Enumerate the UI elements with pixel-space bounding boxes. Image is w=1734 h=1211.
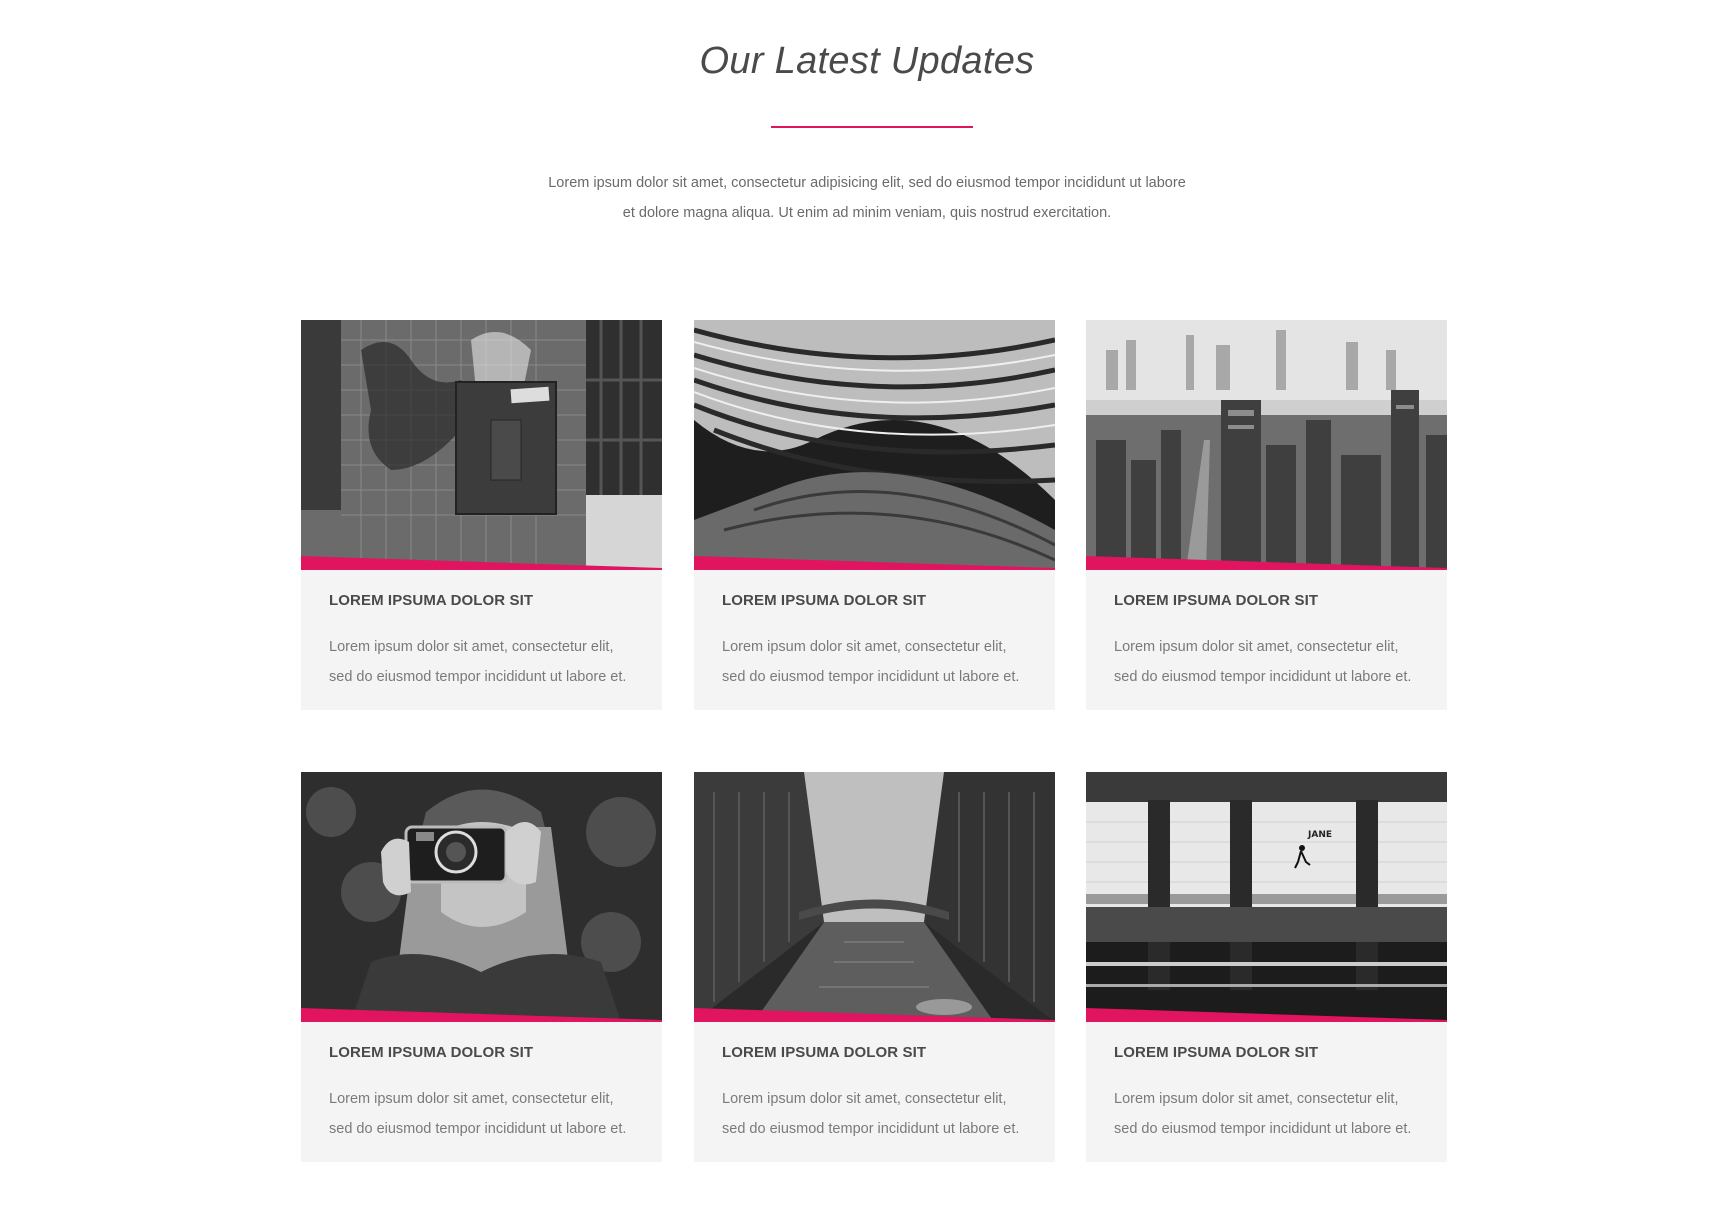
card-title[interactable]: LOREM IPSUMA DOLOR SIT xyxy=(329,592,533,609)
card-desc-line-1: Lorem ipsum dolor sit amet, consectetur … xyxy=(1114,639,1399,655)
latest-updates-section: Our Latest Updates Lorem ipsum dolor sit… xyxy=(0,0,1734,1211)
card-image[interactable] xyxy=(694,772,1055,1022)
update-card[interactable]: JANE LOREM IPSUMA DOLOR SIT Lorem ipsum … xyxy=(1086,772,1447,1162)
intro-line-1: Lorem ipsum dolor sit amet, consectetur … xyxy=(548,175,1186,191)
card-description: Lorem ipsum dolor sit amet, consectetur … xyxy=(329,632,649,692)
card-title[interactable]: LOREM IPSUMA DOLOR SIT xyxy=(1114,592,1318,609)
card-accent xyxy=(694,1008,1055,1022)
card-accent xyxy=(301,556,662,570)
woman-with-camera-photo xyxy=(301,772,662,1022)
card-accent xyxy=(1086,1008,1447,1022)
update-card[interactable]: LOREM IPSUMA DOLOR SIT Lorem ipsum dolor… xyxy=(694,772,1055,1162)
curved-architecture-photo xyxy=(694,320,1055,570)
card-image[interactable] xyxy=(694,320,1055,570)
card-desc-line-2: sed do eiusmod tempor incididunt ut labo… xyxy=(329,1121,627,1137)
foggy-city-skyline-photo xyxy=(1086,320,1447,570)
card-desc-line-1: Lorem ipsum dolor sit amet, consectetur … xyxy=(722,639,1007,655)
card-description: Lorem ipsum dolor sit amet, consectetur … xyxy=(722,632,1042,692)
card-desc-line-1: Lorem ipsum dolor sit amet, consectetur … xyxy=(1114,1091,1399,1107)
section-title: Our Latest Updates xyxy=(699,40,1035,82)
update-card[interactable]: LOREM IPSUMA DOLOR SIT Lorem ipsum dolor… xyxy=(301,772,662,1162)
card-desc-line-2: sed do eiusmod tempor incididunt ut labo… xyxy=(1114,1121,1412,1137)
section-intro: Lorem ipsum dolor sit amet, consectetur … xyxy=(517,168,1217,228)
card-title[interactable]: LOREM IPSUMA DOLOR SIT xyxy=(329,1044,533,1061)
card-desc-line-2: sed do eiusmod tempor incididunt ut labo… xyxy=(1114,669,1412,685)
card-description: Lorem ipsum dolor sit amet, consectetur … xyxy=(1114,632,1434,692)
canal-bridge-photo xyxy=(694,772,1055,1022)
alarm-box-graffiti-photo xyxy=(301,320,662,570)
card-description: Lorem ipsum dolor sit amet, consectetur … xyxy=(722,1084,1042,1144)
update-card[interactable]: LOREM IPSUMA DOLOR SIT Lorem ipsum dolor… xyxy=(301,320,662,710)
card-accent xyxy=(301,1008,662,1022)
card-desc-line-1: Lorem ipsum dolor sit amet, consectetur … xyxy=(722,1091,1007,1107)
card-title[interactable]: LOREM IPSUMA DOLOR SIT xyxy=(722,1044,926,1061)
card-desc-line-1: Lorem ipsum dolor sit amet, consectetur … xyxy=(329,639,614,655)
card-description: Lorem ipsum dolor sit amet, consectetur … xyxy=(1114,1084,1434,1144)
title-divider xyxy=(771,126,973,128)
card-image[interactable] xyxy=(301,320,662,570)
card-image[interactable] xyxy=(301,772,662,1022)
card-desc-line-1: Lorem ipsum dolor sit amet, consectetur … xyxy=(329,1091,614,1107)
update-card[interactable]: LOREM IPSUMA DOLOR SIT Lorem ipsum dolor… xyxy=(1086,320,1447,710)
subway-station-photo: JANE xyxy=(1086,772,1447,1022)
card-title[interactable]: LOREM IPSUMA DOLOR SIT xyxy=(722,592,926,609)
card-desc-line-2: sed do eiusmod tempor incididunt ut labo… xyxy=(722,1121,1020,1137)
card-title[interactable]: LOREM IPSUMA DOLOR SIT xyxy=(1114,1044,1318,1061)
card-accent xyxy=(694,556,1055,570)
update-card[interactable]: LOREM IPSUMA DOLOR SIT Lorem ipsum dolor… xyxy=(694,320,1055,710)
card-accent xyxy=(1086,556,1447,570)
card-image[interactable] xyxy=(1086,320,1447,570)
intro-line-2: et dolore magna aliqua. Ut enim ad minim… xyxy=(622,205,1112,221)
card-image[interactable]: JANE xyxy=(1086,772,1447,1022)
card-desc-line-2: sed do eiusmod tempor incididunt ut labo… xyxy=(722,669,1020,685)
station-sign-text: JANE xyxy=(1307,830,1332,840)
card-desc-line-2: sed do eiusmod tempor incididunt ut labo… xyxy=(329,669,627,685)
card-description: Lorem ipsum dolor sit amet, consectetur … xyxy=(329,1084,649,1144)
